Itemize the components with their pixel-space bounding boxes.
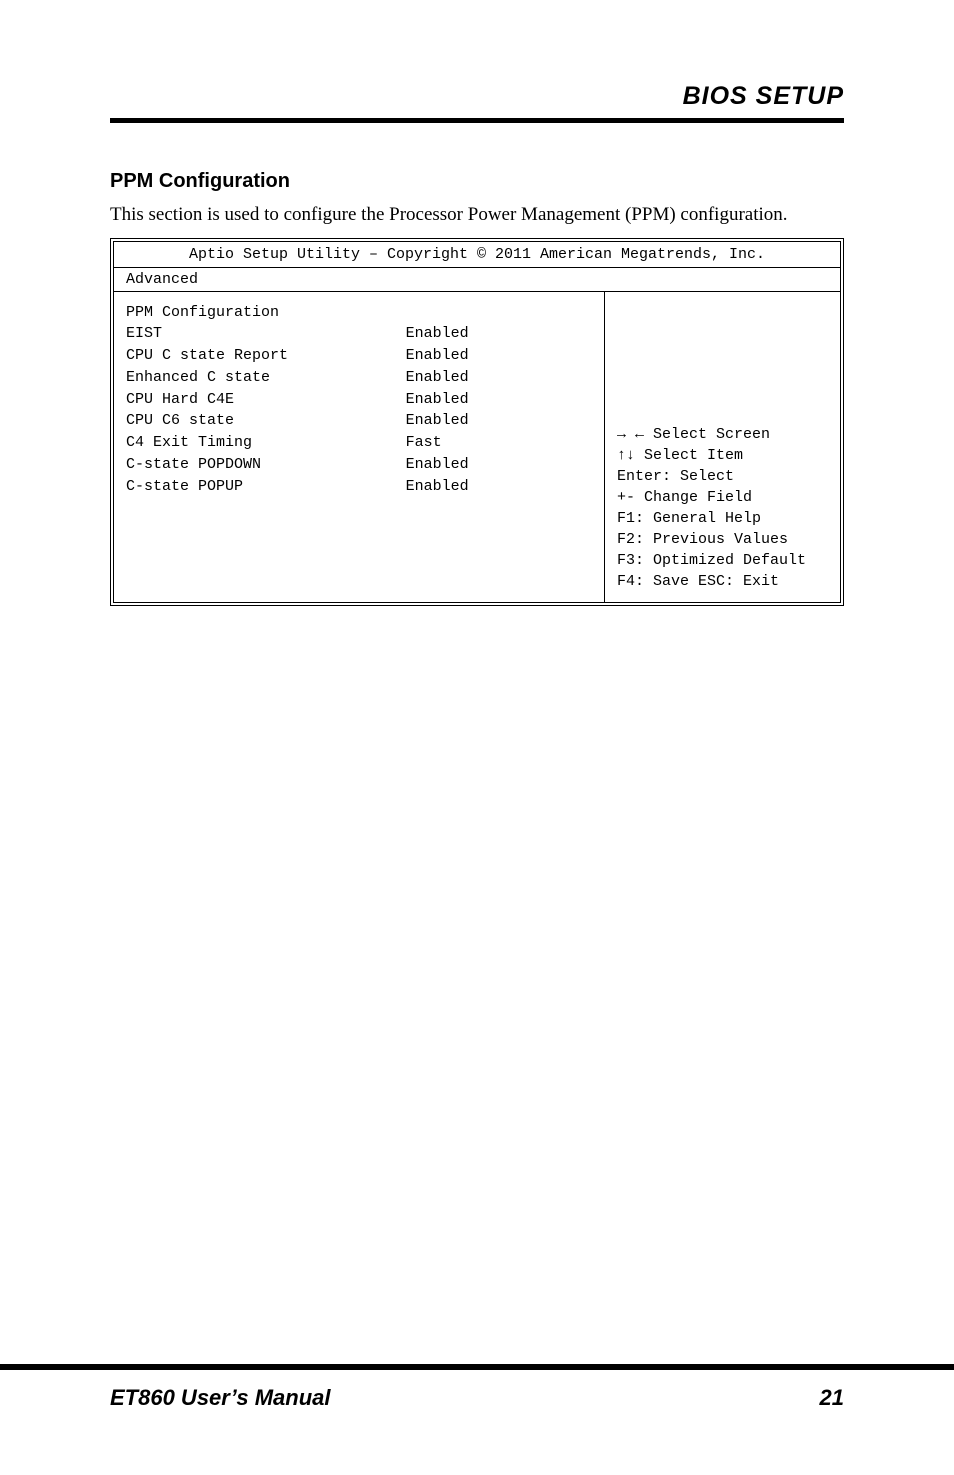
section-intro: This section is used to configure the Pr… bbox=[110, 203, 844, 228]
setting-value bbox=[406, 302, 592, 324]
help-line: ↑↓ Select Item bbox=[617, 445, 828, 466]
setting-row: CPU C state ReportEnabled bbox=[126, 345, 592, 367]
setting-label: CPU C state Report bbox=[126, 345, 406, 367]
footer: ET860 User’s Manual 21 bbox=[110, 1385, 844, 1411]
header-rule bbox=[110, 118, 844, 123]
help-line: Enter: Select bbox=[617, 466, 828, 487]
setting-row: C-state POPDOWNEnabled bbox=[126, 454, 592, 476]
setting-row: C4 Exit TimingFast bbox=[126, 432, 592, 454]
setting-label: C4 Exit Timing bbox=[126, 432, 406, 454]
page: BIOS SETUP PPM Configuration This sectio… bbox=[0, 0, 954, 1475]
bios-body: PPM Configuration EISTEnabled CPU C stat… bbox=[114, 292, 840, 602]
page-number: 21 bbox=[820, 1385, 844, 1411]
setting-value: Enabled bbox=[406, 476, 592, 498]
help-line: F1: General Help bbox=[617, 508, 828, 529]
bios-help-pane: → ← Select Screen ↑↓ Select Item Enter: … bbox=[605, 292, 840, 602]
setting-row: CPU Hard C4EEnabled bbox=[126, 389, 592, 411]
setting-value: Enabled bbox=[406, 323, 592, 345]
help-line: +- Change Field bbox=[617, 487, 828, 508]
setting-label: C-state POPDOWN bbox=[126, 454, 406, 476]
help-line: F2: Previous Values bbox=[617, 529, 828, 550]
setting-value: Enabled bbox=[406, 454, 592, 476]
setting-row: PPM Configuration bbox=[126, 302, 592, 324]
setting-row: CPU C6 stateEnabled bbox=[126, 410, 592, 432]
section-heading: PPM Configuration bbox=[110, 170, 844, 193]
help-line: F4: Save ESC: Exit bbox=[617, 571, 828, 592]
setting-value: Fast bbox=[406, 432, 592, 454]
bios-settings-pane: PPM Configuration EISTEnabled CPU C stat… bbox=[114, 292, 605, 602]
setting-label: PPM Configuration bbox=[126, 302, 406, 324]
setting-label: CPU Hard C4E bbox=[126, 389, 406, 411]
setting-label: C-state POPUP bbox=[126, 476, 406, 498]
setting-value: Enabled bbox=[406, 410, 592, 432]
setting-label: EIST bbox=[126, 323, 406, 345]
setting-row: C-state POPUPEnabled bbox=[126, 476, 592, 498]
setting-row: Enhanced C stateEnabled bbox=[126, 367, 592, 389]
content-area: PPM Configuration This section is used t… bbox=[110, 170, 844, 606]
setting-value: Enabled bbox=[406, 367, 592, 389]
footer-title: ET860 User’s Manual bbox=[110, 1385, 331, 1411]
bios-window: Aptio Setup Utility – Copyright © 2011 A… bbox=[110, 238, 844, 606]
setting-value: Enabled bbox=[406, 345, 592, 367]
setting-label: Enhanced C state bbox=[126, 367, 406, 389]
help-line: F3: Optimized Default bbox=[617, 550, 828, 571]
bios-tab-row: Advanced bbox=[114, 267, 840, 292]
setting-value: Enabled bbox=[406, 389, 592, 411]
bios-caption: Aptio Setup Utility – Copyright © 2011 A… bbox=[114, 242, 840, 267]
setting-label: CPU C6 state bbox=[126, 410, 406, 432]
running-header: BIOS SETUP bbox=[683, 82, 844, 111]
help-line: → ← Select Screen bbox=[617, 424, 828, 445]
setting-row: EISTEnabled bbox=[126, 323, 592, 345]
footer-rule bbox=[0, 1364, 954, 1370]
help-text: → ← Select Screen ↑↓ Select Item Enter: … bbox=[617, 424, 828, 592]
